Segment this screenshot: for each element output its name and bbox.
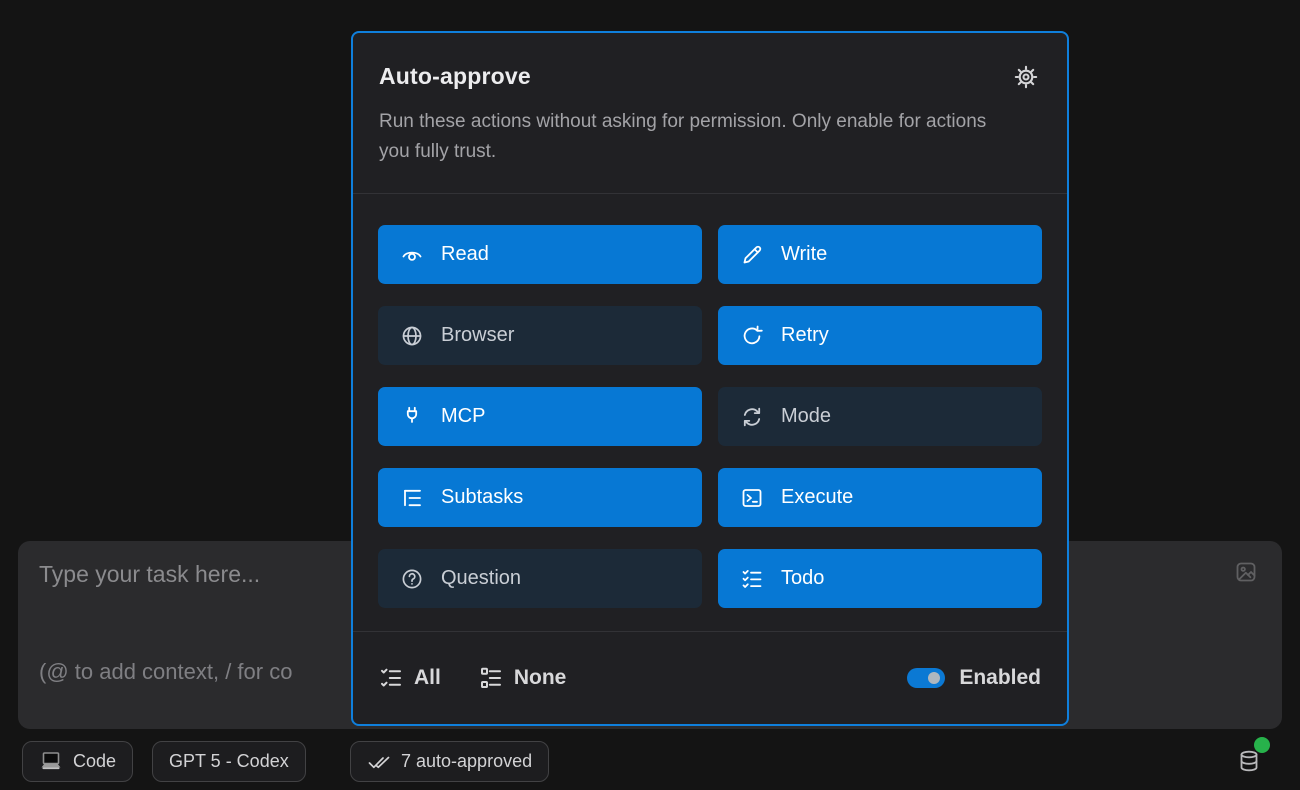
sync-icon [740,405,764,429]
popover-footer: All None Enabled [353,631,1067,724]
retry-icon [740,324,764,348]
model-label: GPT 5 - Codex [169,751,289,772]
toggle-retry[interactable]: Retry [718,306,1042,365]
check-list-icon [379,666,403,690]
mode-label: Code [73,751,116,772]
pencil-icon [740,243,764,267]
auto-approved-summary-button[interactable]: 7 auto-approved [350,741,549,782]
popover-title: Auto-approve [379,63,1041,90]
action-label: Todo [781,567,824,590]
action-label: Retry [781,324,829,347]
toggle-execute[interactable]: Execute [718,468,1042,527]
check-all-icon [367,750,391,774]
popover-description: Run these actions without asking for per… [379,107,997,167]
question-icon [400,567,424,591]
attach-image-button[interactable] [1232,559,1260,587]
settings-button[interactable] [1011,63,1041,93]
online-status-dot [1254,737,1270,753]
toggle-knob [928,672,940,684]
plug-icon [400,405,424,429]
mode-selector-button[interactable]: Code [22,741,133,782]
enable-group: Enabled [907,666,1041,690]
popover-header: Auto-approve Run these actions without a… [353,33,1067,193]
toggle-mode[interactable]: Mode [718,387,1042,446]
auto-approve-popover: Auto-approve Run these actions without a… [351,31,1069,726]
toggle-mcp[interactable]: MCP [378,387,702,446]
toggle-subtasks[interactable]: Subtasks [378,468,702,527]
select-none-label: None [514,666,567,690]
action-label: Mode [781,405,831,428]
select-none-button[interactable]: None [479,666,567,690]
auto-approve-master-toggle[interactable] [907,668,945,688]
checklist-icon [740,567,764,591]
toggle-label: Enabled [959,666,1041,690]
list-tree-icon [400,486,424,510]
context-hint: (@ to add context, / for co [39,659,292,685]
action-label: Browser [441,324,514,347]
globe-icon [400,324,424,348]
action-label: Read [441,243,489,266]
select-all-button[interactable]: All [379,666,441,690]
task-input-placeholder: Type your task here... [39,561,260,588]
auto-approve-grid: Read Write Browser [353,194,1067,608]
toggle-todo[interactable]: Todo [718,549,1042,608]
laptop-icon [39,750,63,774]
auto-approved-label: 7 auto-approved [401,751,532,772]
toggle-write[interactable]: Write [718,225,1042,284]
gear-icon [1014,65,1038,89]
action-label: MCP [441,405,485,428]
action-label: Execute [781,486,853,509]
terminal-icon [740,486,764,510]
select-all-label: All [414,666,441,690]
context-memory-button[interactable] [1228,742,1270,782]
toggle-read[interactable]: Read [378,225,702,284]
action-label: Write [781,243,827,266]
action-label: Subtasks [441,486,523,509]
empty-list-icon [479,666,503,690]
toggle-question[interactable]: Question [378,549,702,608]
model-selector-button[interactable]: GPT 5 - Codex [152,741,306,782]
status-bar: Code GPT 5 - Codex 7 auto-approved [0,740,1300,784]
image-icon [1234,560,1258,584]
action-label: Question [441,567,521,590]
eye-icon [400,243,424,267]
toggle-browser[interactable]: Browser [378,306,702,365]
